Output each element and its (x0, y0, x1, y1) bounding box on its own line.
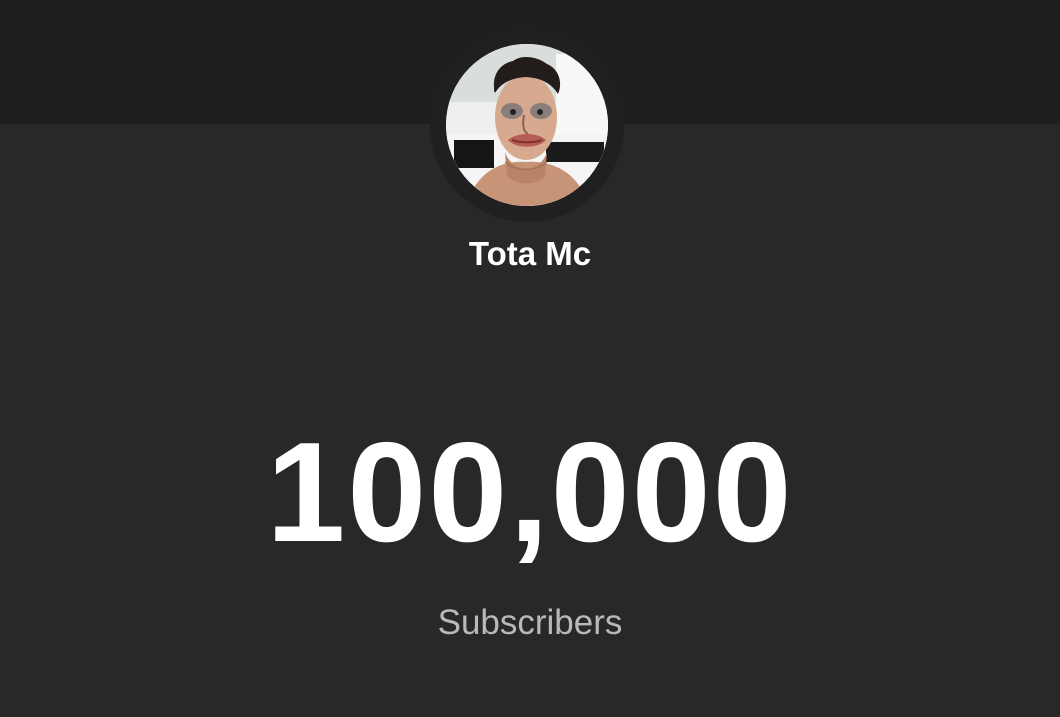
channel-name[interactable]: Tota Mc (0, 232, 1060, 276)
avatar[interactable] (446, 44, 608, 206)
avatar-photo (446, 44, 608, 206)
subscriber-count: 100,000 (266, 413, 794, 572)
subscriber-label: Subscribers (437, 603, 623, 642)
